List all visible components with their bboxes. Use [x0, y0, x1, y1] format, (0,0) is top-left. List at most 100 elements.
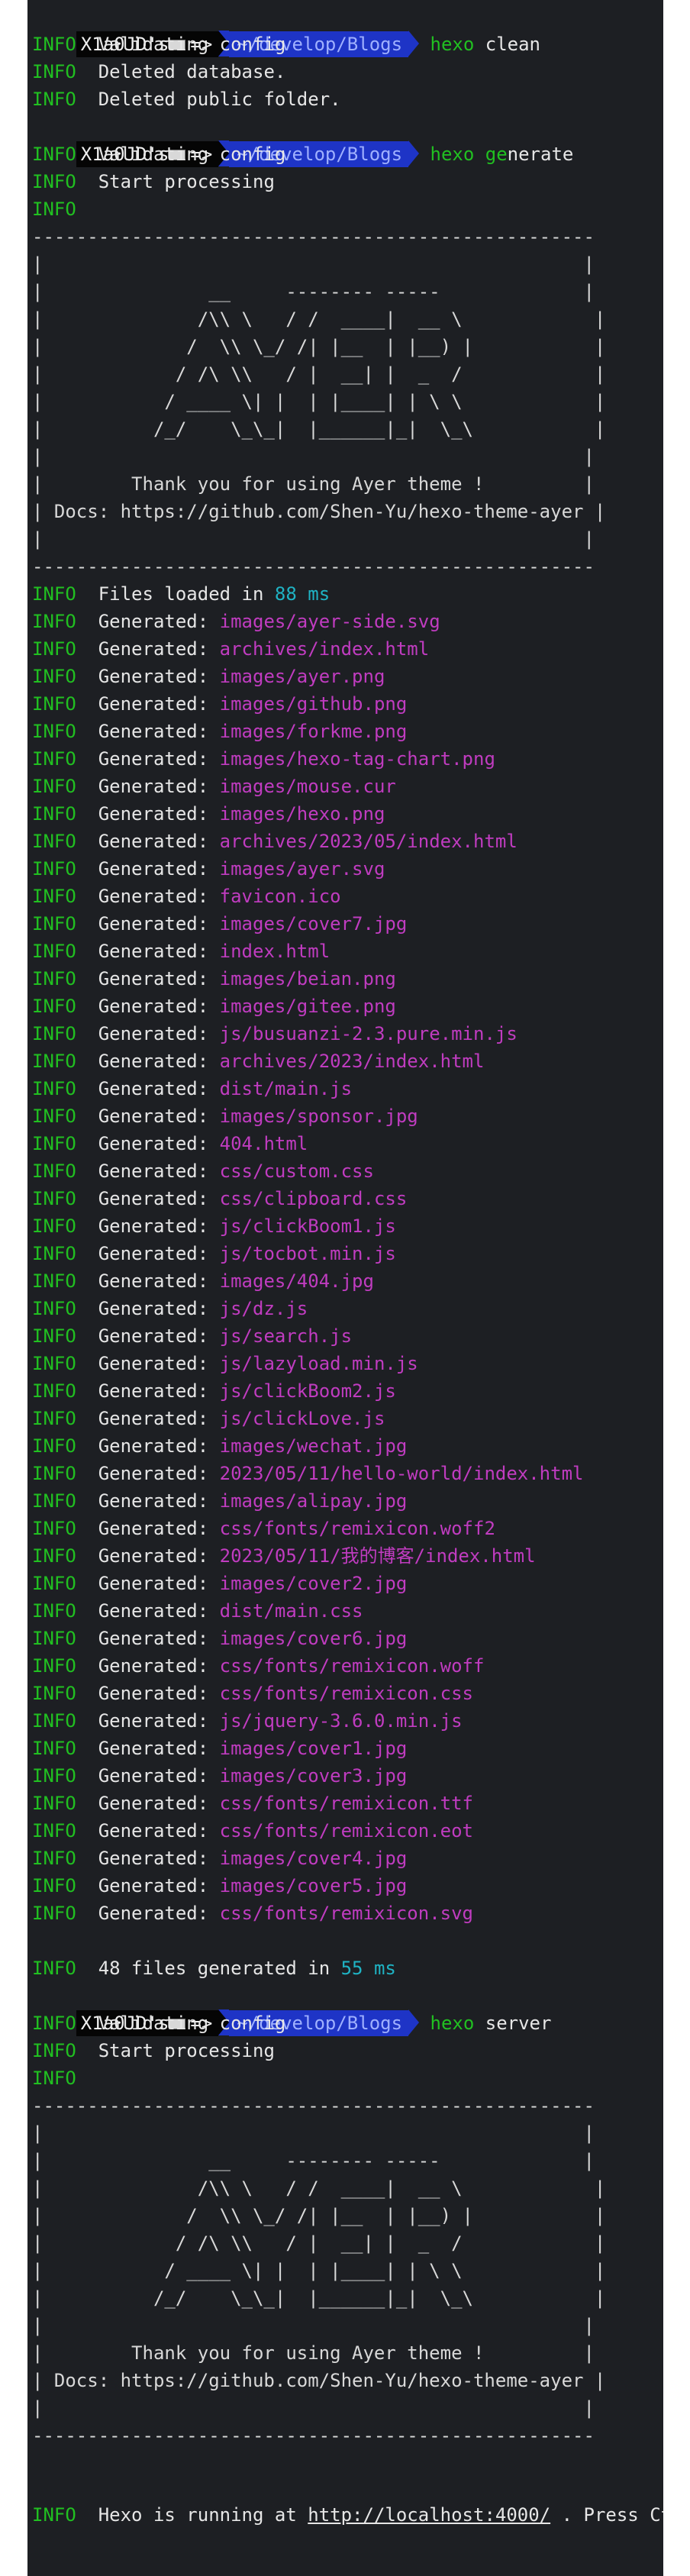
generated-file-path: images/wechat.jpg: [219, 1435, 408, 1457]
generated-file-path: images/gitee.png: [219, 996, 396, 1017]
generated-line: INFO Generated: images/wechat.jpg: [32, 1432, 407, 1460]
info-tag: INFO: [32, 721, 76, 742]
generated-label: Generated:: [98, 803, 209, 825]
generated-file-path: 2023/05/11/我的博客/index.html: [219, 1545, 536, 1567]
generated-line: INFO Generated: images/ayer.png: [32, 663, 385, 690]
log-line: INFO: [32, 2064, 76, 2092]
terminal-window[interactable]: X1a0JD's => ~/develop/Blogs hexo clean INF…: [27, 0, 663, 2576]
generated-label: Generated:: [98, 886, 209, 907]
generated-label: Generated:: [98, 693, 209, 715]
log-line: INFO Deleted database.: [32, 58, 285, 86]
banner-line: | Thank you for using Ayer theme ! |: [32, 473, 595, 495]
log-message: 48 files generated in: [98, 1958, 330, 1979]
info-tag: INFO: [32, 1738, 76, 1759]
generated-line: INFO Generated: archives/index.html: [32, 635, 429, 663]
banner-line: | |: [32, 2122, 595, 2144]
info-tag: INFO: [32, 1710, 76, 1732]
generated-line: INFO Generated: images/mouse.cur: [32, 773, 396, 800]
info-tag: INFO: [32, 1628, 76, 1649]
generated-file-path: 404.html: [219, 1133, 308, 1154]
prompt-line-generate: X1a0JD's => ~/develop/Blogs hexo generate: [32, 113, 573, 167]
banner-line: ----------------------------------------…: [32, 556, 595, 577]
info-tag: INFO: [32, 1600, 76, 1622]
generated-label: Generated:: [98, 941, 209, 962]
generated-line: INFO Generated: dist/main.js: [32, 1075, 352, 1102]
banner-line: | / \\ \_/ /| |__ | |__) | |: [32, 336, 606, 357]
generated-label: Generated:: [98, 611, 209, 632]
localhost-link[interactable]: http://localhost:4000/: [308, 2504, 550, 2526]
generated-file-path: images/cover2.jpg: [219, 1573, 408, 1594]
banner-line: | / \\ \_/ /| |__ | |__) | |: [32, 2205, 606, 2226]
generated-label: Generated:: [98, 1435, 209, 1457]
banner-line: ----------------------------------------…: [32, 2095, 595, 2116]
generated-file-path: favicon.ico: [219, 886, 341, 907]
generated-line: INFO Generated: js/busuanzi-2.3.pure.min…: [32, 1020, 518, 1048]
generated-file-path: images/404.jpg: [219, 1270, 374, 1292]
generated-label: Generated:: [98, 1903, 209, 1924]
generated-line: INFO Generated: images/beian.png: [32, 965, 396, 993]
info-tag: INFO: [32, 1518, 76, 1539]
generated-file-path: js/tocbot.min.js: [219, 1243, 396, 1264]
info-tag: INFO: [32, 858, 76, 880]
generated-file-path: js/jquery-3.6.0.min.js: [219, 1710, 463, 1732]
info-tag: INFO: [32, 199, 76, 220]
info-tag: INFO: [32, 1133, 76, 1154]
generated-line: INFO Generated: dist/main.css: [32, 1597, 363, 1625]
generated-line: INFO Generated: js/clickLove.js: [32, 1405, 385, 1432]
info-tag: INFO: [32, 1958, 76, 1979]
log-message: Deleted public folder.: [98, 89, 341, 110]
generated-label: Generated:: [98, 913, 209, 935]
generated-label: Generated:: [98, 1298, 209, 1319]
info-tag: INFO: [32, 1188, 76, 1209]
info-tag: INFO: [32, 2040, 76, 2061]
generated-line: INFO Generated: images/ayer.svg: [32, 855, 385, 883]
info-tag: INFO: [32, 1848, 76, 1869]
generated-file-path: js/clickBoom2.js: [219, 1380, 396, 1402]
banner-line: | Docs: https://github.com/Shen-Yu/hexo-…: [32, 501, 606, 522]
segment-separator: [408, 2009, 420, 2035]
generated-line: INFO Generated: 404.html: [32, 1130, 308, 1157]
load-time: 88 ms: [274, 583, 330, 605]
generated-file-path: 2023/05/11/hello-world/index.html: [219, 1463, 584, 1484]
log-line: INFO: [32, 195, 76, 223]
info-tag: INFO: [32, 1078, 76, 1099]
generated-label: Generated:: [98, 1848, 209, 1869]
generated-label: Generated:: [98, 1683, 209, 1704]
command-name: hexo: [430, 2013, 475, 2034]
segment-separator: [408, 31, 420, 56]
banner-line: | /\\ \ / / ____| __ \ |: [32, 2177, 606, 2199]
generated-file-path: images/alipay.jpg: [219, 1490, 408, 1512]
banner-line: ----------------------------------------…: [32, 2425, 595, 2446]
generated-file-path: css/fonts/remixicon.woff: [219, 1655, 485, 1677]
info-tag: INFO: [32, 1435, 76, 1457]
generated-line: INFO Generated: images/gitee.png: [32, 993, 396, 1020]
log-line: INFO Deleted public folder.: [32, 86, 341, 113]
banner-line: | /_/ \_\_| |______|_| \_\ |: [32, 418, 606, 440]
generated-file-path: css/custom.css: [219, 1160, 374, 1182]
info-tag: INFO: [32, 968, 76, 989]
generated-line: INFO Generated: js/jquery-3.6.0.min.js: [32, 1707, 463, 1735]
info-tag: INFO: [32, 693, 76, 715]
log-line: INFO Validating config: [32, 140, 285, 168]
log-line: INFO Start processing: [32, 2037, 275, 2064]
info-tag: INFO: [32, 1490, 76, 1512]
log-message: Deleted database.: [98, 61, 286, 82]
info-tag: INFO: [32, 666, 76, 687]
info-tag: INFO: [32, 1380, 76, 1402]
generated-label: Generated:: [98, 1270, 209, 1292]
info-tag: INFO: [32, 941, 76, 962]
generated-label: Generated:: [98, 1353, 209, 1374]
banner-line: | |: [32, 2397, 595, 2419]
info-tag: INFO: [32, 1793, 76, 1814]
log-line: INFO Validating config: [32, 31, 285, 58]
info-tag: INFO: [32, 1875, 76, 1896]
generated-label: Generated:: [98, 666, 209, 687]
prompt-line-clean: X1a0JD's => ~/develop/Blogs hexo clean: [32, 3, 540, 57]
generated-label: Generated:: [98, 1188, 209, 1209]
info-tag: INFO: [32, 1545, 76, 1567]
generated-label: Generated:: [98, 1655, 209, 1677]
generated-line: INFO Generated: images/github.png: [32, 690, 407, 718]
generated-file-path: images/cover4.jpg: [219, 1848, 408, 1869]
generated-label: Generated:: [98, 1078, 209, 1099]
log-message: Hexo is running at: [98, 2504, 297, 2526]
